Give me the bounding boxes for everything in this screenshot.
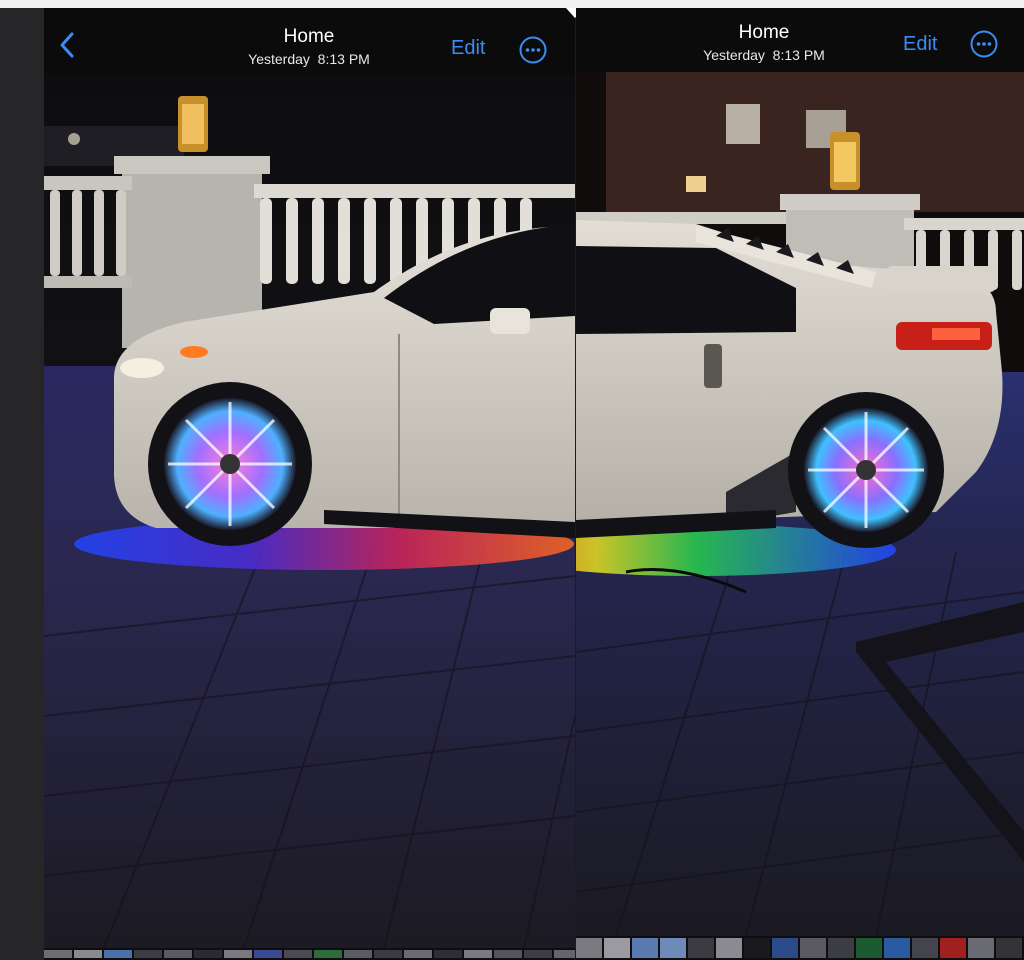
thumbnail[interactable] <box>314 950 342 958</box>
thumbnail[interactable] <box>884 938 910 958</box>
left-album-title: Home <box>283 26 335 47</box>
thumbnail[interactable] <box>800 938 826 958</box>
left-navigation-bar: Home Yesterday 8:13 PM Edit <box>44 8 575 76</box>
left-car-photo-image <box>44 76 575 948</box>
thumbnail[interactable] <box>996 938 1022 958</box>
right-edit-button[interactable]: Edit <box>903 33 937 56</box>
thumbnail[interactable] <box>828 938 854 958</box>
left-photo-timestamp: Yesterday 8:13 PM <box>248 51 370 67</box>
thumbnail[interactable] <box>44 950 72 958</box>
thumbnail[interactable] <box>632 938 658 958</box>
window-left-margin <box>0 0 44 960</box>
thumbnail[interactable] <box>940 938 966 958</box>
right-car-photo-image <box>576 72 1024 936</box>
right-photo-timestamp: Yesterday 8:13 PM <box>703 47 825 63</box>
left-photo[interactable] <box>44 76 575 948</box>
thumbnail[interactable] <box>164 950 192 958</box>
right-more-button[interactable] <box>970 30 998 58</box>
right-navigation-bar: Home Yesterday 8:13 PM Edit <box>576 8 1024 72</box>
ellipsis-circle-icon <box>519 36 547 64</box>
thumbnail[interactable] <box>374 950 402 958</box>
thumbnail[interactable] <box>744 938 770 958</box>
thumbnail[interactable] <box>772 938 798 958</box>
left-photo-viewer: Home Yesterday 8:13 PM Edit <box>44 8 575 960</box>
thumbnail[interactable] <box>604 938 630 958</box>
thumbnail[interactable] <box>134 950 162 958</box>
thumbnail[interactable] <box>74 950 102 958</box>
left-thumbnail-strip[interactable] <box>44 948 575 960</box>
left-more-button[interactable] <box>519 36 547 64</box>
thumbnail[interactable] <box>716 938 742 958</box>
thumbnail[interactable] <box>660 938 686 958</box>
thumbnail[interactable] <box>494 950 522 958</box>
thumbnail[interactable] <box>856 938 882 958</box>
thumbnail[interactable] <box>576 938 602 958</box>
right-photo[interactable] <box>576 72 1024 936</box>
thumbnail[interactable] <box>688 938 714 958</box>
left-edit-button[interactable]: Edit <box>451 37 485 60</box>
thumbnail[interactable] <box>194 950 222 958</box>
thumbnail[interactable] <box>554 950 575 958</box>
thumbnail[interactable] <box>104 950 132 958</box>
thumbnail[interactable] <box>284 950 312 958</box>
ellipsis-circle-icon <box>970 30 998 58</box>
window-top-margin <box>0 0 1024 8</box>
thumbnail[interactable] <box>224 950 252 958</box>
right-nav-title-group: Home Yesterday 8:13 PM <box>664 22 864 65</box>
thumbnail[interactable] <box>524 950 552 958</box>
thumbnail[interactable] <box>464 950 492 958</box>
thumbnail[interactable] <box>912 938 938 958</box>
chevron-left-icon <box>60 32 74 58</box>
thumbnail[interactable] <box>968 938 994 958</box>
left-nav-title-group: Home Yesterday 8:13 PM <box>209 26 409 69</box>
right-thumbnail-strip[interactable] <box>576 936 1024 960</box>
thumbnail[interactable] <box>344 950 372 958</box>
right-photo-viewer: Home Yesterday 8:13 PM Edit <box>576 8 1024 960</box>
right-album-title: Home <box>738 22 790 43</box>
left-back-button[interactable] <box>56 30 80 60</box>
thumbnail[interactable] <box>404 950 432 958</box>
thumbnail[interactable] <box>254 950 282 958</box>
thumbnail[interactable] <box>434 950 462 958</box>
